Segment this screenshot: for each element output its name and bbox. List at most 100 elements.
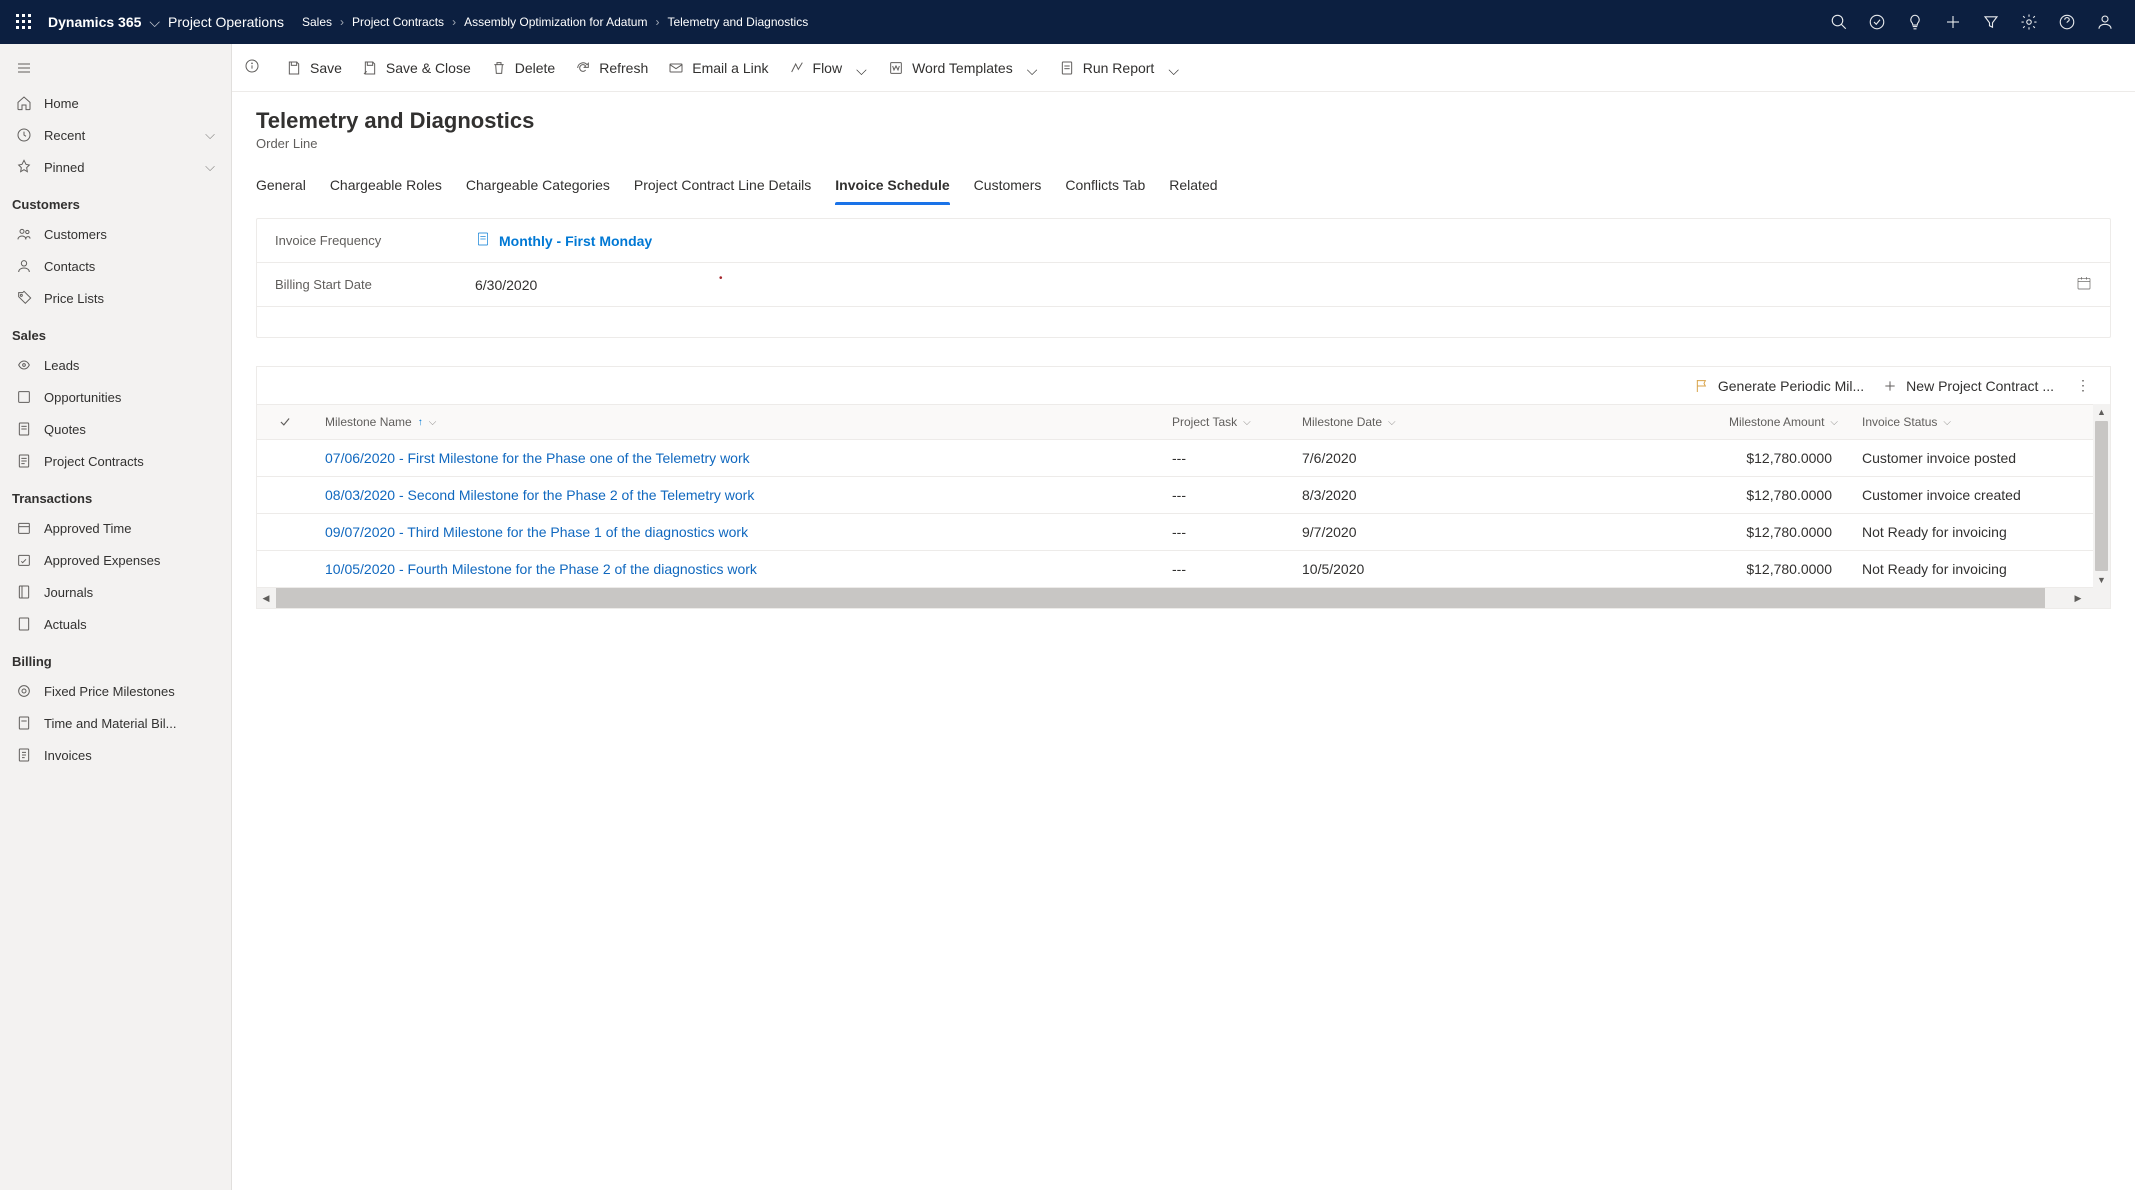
chevron-down-icon[interactable]: ⌵ xyxy=(149,14,160,31)
column-invoice-status[interactable]: Invoice Status ⌵ xyxy=(1850,405,2110,439)
plus-icon xyxy=(1882,378,1898,394)
column-select-all[interactable] xyxy=(257,405,313,439)
sidebar-item-actuals[interactable]: Actuals xyxy=(0,608,231,640)
sidebar-item-invoices[interactable]: Invoices xyxy=(0,739,231,771)
tab-customers[interactable]: Customers xyxy=(974,169,1042,205)
form-section: Invoice Frequency Monthly - First Monday… xyxy=(256,218,2111,338)
cmd-label: Delete xyxy=(515,60,555,76)
milestone-link[interactable]: 07/06/2020 - First Milestone for the Pha… xyxy=(325,450,750,466)
scrollbar-thumb[interactable] xyxy=(276,588,2045,608)
sidebar-item-time-and-material-bil-[interactable]: Time and Material Bil... xyxy=(0,707,231,739)
form-row-billing-start-date: Billing Start Date • 6/30/2020 xyxy=(257,263,2110,307)
sidebar-item-quotes[interactable]: Quotes xyxy=(0,413,231,445)
sidebar-item-pinned[interactable]: Pinned ⌵ xyxy=(0,151,231,183)
calendar-icon[interactable] xyxy=(2076,275,2092,294)
tab-chargeable-categories[interactable]: Chargeable Categories xyxy=(466,169,610,205)
table-row[interactable]: 09/07/2020 - Third Milestone for the Pha… xyxy=(257,514,2110,551)
chevron-right-icon: › xyxy=(340,15,344,29)
sidebar-item-leads[interactable]: Leads xyxy=(0,349,231,381)
column-milestone-date[interactable]: Milestone Date ⌵ xyxy=(1290,405,1530,439)
gear-icon[interactable] xyxy=(2019,12,2039,32)
cell-milestone-amount: $12,780.0000 xyxy=(1530,440,1850,476)
horizontal-scrollbar[interactable]: ◀ ▶ xyxy=(257,588,2110,608)
refresh-button[interactable]: Refresh xyxy=(565,54,658,82)
search-icon[interactable] xyxy=(1829,12,1849,32)
new-project-contract-button[interactable]: New Project Contract ... xyxy=(1882,378,2054,394)
tab-related[interactable]: Related xyxy=(1169,169,1217,205)
word-templates-button[interactable]: Word Templates⌵ xyxy=(878,54,1049,82)
info-icon[interactable] xyxy=(244,58,260,77)
form-value-billing-start-date[interactable]: 6/30/2020 xyxy=(475,277,2076,293)
row-select[interactable] xyxy=(257,448,313,468)
tab-general[interactable]: General xyxy=(256,169,306,205)
sidebar-item-project-contracts[interactable]: Project Contracts xyxy=(0,445,231,477)
user-icon[interactable] xyxy=(2095,12,2115,32)
milestone-link[interactable]: 08/03/2020 - Second Milestone for the Ph… xyxy=(325,487,754,503)
generate-periodic-button[interactable]: Generate Periodic Mil... xyxy=(1694,378,1864,394)
cell-milestone-name: 07/06/2020 - First Milestone for the Pha… xyxy=(313,440,1160,476)
sidebar-item-journals[interactable]: Journals xyxy=(0,576,231,608)
column-milestone-name[interactable]: Milestone Name ↑ ⌵ xyxy=(313,405,1160,439)
sidebar-item-approved-expenses[interactable]: Approved Expenses xyxy=(0,544,231,576)
table-row[interactable]: 08/03/2020 - Second Milestone for the Ph… xyxy=(257,477,2110,514)
sidebar-item-opportunities[interactable]: Opportunities xyxy=(0,381,231,413)
scroll-up-icon[interactable]: ▲ xyxy=(2093,404,2110,420)
breadcrumb-item[interactable]: Assembly Optimization for Adatum xyxy=(464,15,647,29)
breadcrumb-item[interactable]: Sales xyxy=(302,15,332,29)
plus-icon[interactable] xyxy=(1943,12,1963,32)
refresh-icon xyxy=(575,60,591,76)
column-project-task[interactable]: Project Task ⌵ xyxy=(1160,405,1290,439)
row-select[interactable] xyxy=(257,485,313,505)
hamburger-icon[interactable] xyxy=(0,52,231,87)
cell-milestone-name: 09/07/2020 - Third Milestone for the Pha… xyxy=(313,514,1160,550)
tab-project-contract-line-details[interactable]: Project Contract Line Details xyxy=(634,169,811,205)
task-check-icon[interactable] xyxy=(1867,12,1887,32)
save-button[interactable]: Save xyxy=(276,54,352,82)
filter-icon[interactable] xyxy=(1981,12,2001,32)
form-row-invoice-frequency: Invoice Frequency Monthly - First Monday xyxy=(257,219,2110,263)
email-a-link-button[interactable]: Email a Link xyxy=(658,54,778,82)
help-icon[interactable] xyxy=(2057,12,2077,32)
lightbulb-icon[interactable] xyxy=(1905,12,1925,32)
lead-icon xyxy=(16,357,32,373)
table-row[interactable]: 10/05/2020 - Fourth Milestone for the Ph… xyxy=(257,551,2110,588)
tab-invoice-schedule[interactable]: Invoice Schedule xyxy=(835,169,949,205)
scroll-down-icon[interactable]: ▼ xyxy=(2093,572,2110,588)
breadcrumb-item[interactable]: Project Contracts xyxy=(352,15,444,29)
delete-button[interactable]: Delete xyxy=(481,54,565,82)
sidebar-item-price-lists[interactable]: Price Lists xyxy=(0,282,231,314)
scroll-right-icon[interactable]: ▶ xyxy=(2075,593,2082,604)
chevron-down-icon: ⌵ xyxy=(1243,417,1251,428)
scrollbar-thumb[interactable] xyxy=(2095,421,2108,571)
breadcrumb-item[interactable]: Telemetry and Diagnostics xyxy=(667,15,808,29)
save-close-button[interactable]: Save & Close xyxy=(352,54,481,82)
app-launcher-icon[interactable] xyxy=(8,6,40,38)
milestone-link[interactable]: 09/07/2020 - Third Milestone for the Pha… xyxy=(325,524,748,540)
sidebar-item-label: Fixed Price Milestones xyxy=(44,684,175,699)
sidebar-item-fixed-price-milestones[interactable]: Fixed Price Milestones xyxy=(0,675,231,707)
page-title: Telemetry and Diagnostics xyxy=(256,108,2111,134)
scroll-left-icon[interactable]: ◀ xyxy=(257,588,275,608)
run-report-button[interactable]: Run Report⌵ xyxy=(1049,54,1191,82)
row-select[interactable] xyxy=(257,559,313,579)
row-select[interactable] xyxy=(257,522,313,542)
column-milestone-amount[interactable]: Milestone Amount ⌵ xyxy=(1530,405,1850,439)
sidebar-item-approved-time[interactable]: Approved Time xyxy=(0,512,231,544)
sidebar-item-contacts[interactable]: Contacts xyxy=(0,250,231,282)
milestone-link[interactable]: 10/05/2020 - Fourth Milestone for the Ph… xyxy=(325,561,757,577)
form-value-invoice-frequency[interactable]: Monthly - First Monday xyxy=(475,231,2092,250)
brand-name[interactable]: Dynamics 365 xyxy=(48,14,141,30)
more-icon[interactable]: ⋮ xyxy=(2072,377,2094,394)
sidebar-item-customers[interactable]: Customers xyxy=(0,218,231,250)
tab-chargeable-roles[interactable]: Chargeable Roles xyxy=(330,169,442,205)
sidebar-item-recent[interactable]: Recent ⌵ xyxy=(0,119,231,151)
actuals-icon xyxy=(16,616,32,632)
cell-milestone-amount: $12,780.0000 xyxy=(1530,514,1850,550)
app-name[interactable]: Project Operations xyxy=(168,14,284,30)
table-row[interactable]: 07/06/2020 - First Milestone for the Pha… xyxy=(257,440,2110,477)
tab-conflicts-tab[interactable]: Conflicts Tab xyxy=(1065,169,1145,205)
sidebar-item-label: Time and Material Bil... xyxy=(44,716,176,731)
sidebar-item-home[interactable]: Home xyxy=(0,87,231,119)
flow-button[interactable]: Flow⌵ xyxy=(779,54,879,82)
vertical-scrollbar[interactable]: ▲ ▼ xyxy=(2093,404,2110,588)
